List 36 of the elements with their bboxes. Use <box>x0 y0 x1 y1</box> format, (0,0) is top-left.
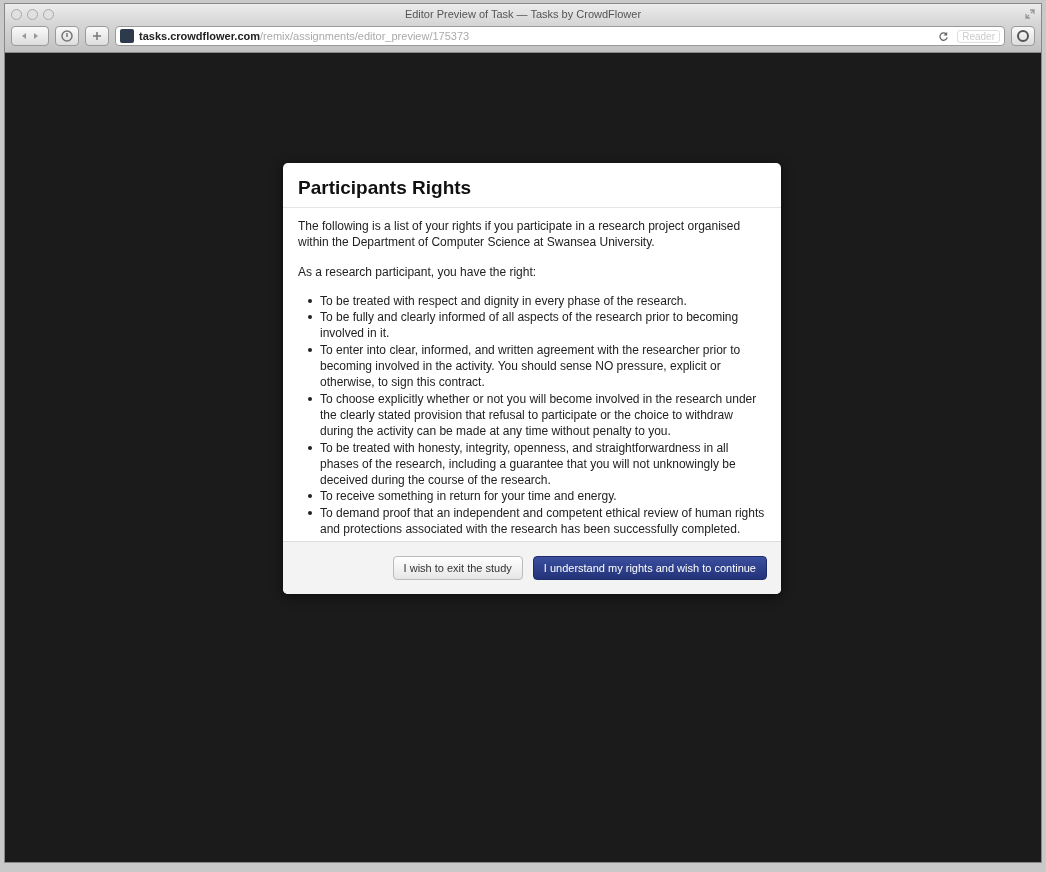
fullscreen-icon[interactable] <box>1025 9 1035 19</box>
window-control-icon[interactable] <box>27 8 38 20</box>
downloads-button[interactable] <box>1011 26 1035 46</box>
right-item: To be fully and clearly informed of all aspects of the research prior to becoming involved in it. <box>320 309 740 342</box>
right-item: To be treated with honesty, integrity, openness, and straightforwardness in all phases of the research, including a guarantee that you will not unknowingly be deceived during the course of the research. <box>320 439 737 489</box>
back-forward-control[interactable] <box>11 26 49 46</box>
history-button[interactable] <box>55 26 79 46</box>
bullet-icon <box>308 510 312 515</box>
bullet-icon <box>308 396 312 401</box>
bullet-icon <box>308 494 312 499</box>
plus-icon <box>91 30 103 42</box>
right-item: To be treated with respect and dignity in every phase of the research. <box>320 292 688 310</box>
continue-button[interactable]: I understand my rights and wish to continue <box>532 556 767 581</box>
right-item: To enter into clear, informed, and written agreement with the researcher prior to becoming involved in the activity. You should sense NO pressure, explicit or otherwise, to sign this contract. <box>320 341 742 391</box>
arrows-icon <box>20 31 40 41</box>
circle-icon <box>1017 30 1029 42</box>
right-item: To choose explicitly whether or not you will become involved in the research under the clearly stated provision that refusal to participate or the choice to withdraw during the activity can be made at any time without penalty to you. <box>320 390 758 440</box>
site-icon <box>120 29 134 43</box>
info-icon <box>61 30 73 42</box>
url-path: /remix/assignments/editor_preview/175373 <box>260 30 471 42</box>
intro-text: The following is a list of your rights if you participate in a research project organised within the Department of Computer Science at Swansea University. <box>298 218 742 251</box>
reload-icon[interactable] <box>938 30 950 42</box>
exit-button[interactable]: I wish to exit the study <box>392 556 523 581</box>
add-button[interactable] <box>85 26 109 46</box>
lead-text: As a research participant, you have the right: <box>298 263 538 280</box>
bullet-icon <box>308 315 312 320</box>
url-host: tasks.crowdflower.com <box>139 30 261 42</box>
right-item: To receive something in return for your time and energy. <box>320 488 618 505</box>
dialog-title: Participants Rights <box>298 177 473 199</box>
bullet-icon <box>308 445 312 450</box>
window-control-icon[interactable] <box>43 8 54 20</box>
bullet-icon <box>308 298 312 303</box>
window-control-icon[interactable] <box>11 8 22 20</box>
window-title: Editor Preview of Task — Tasks by CrowdFlower <box>403 8 643 20</box>
bullet-icon <box>308 347 312 352</box>
right-item: To demand proof that an independent and competent ethical review of human rights and protections associated with the research has been successfully completed. <box>320 504 766 538</box>
